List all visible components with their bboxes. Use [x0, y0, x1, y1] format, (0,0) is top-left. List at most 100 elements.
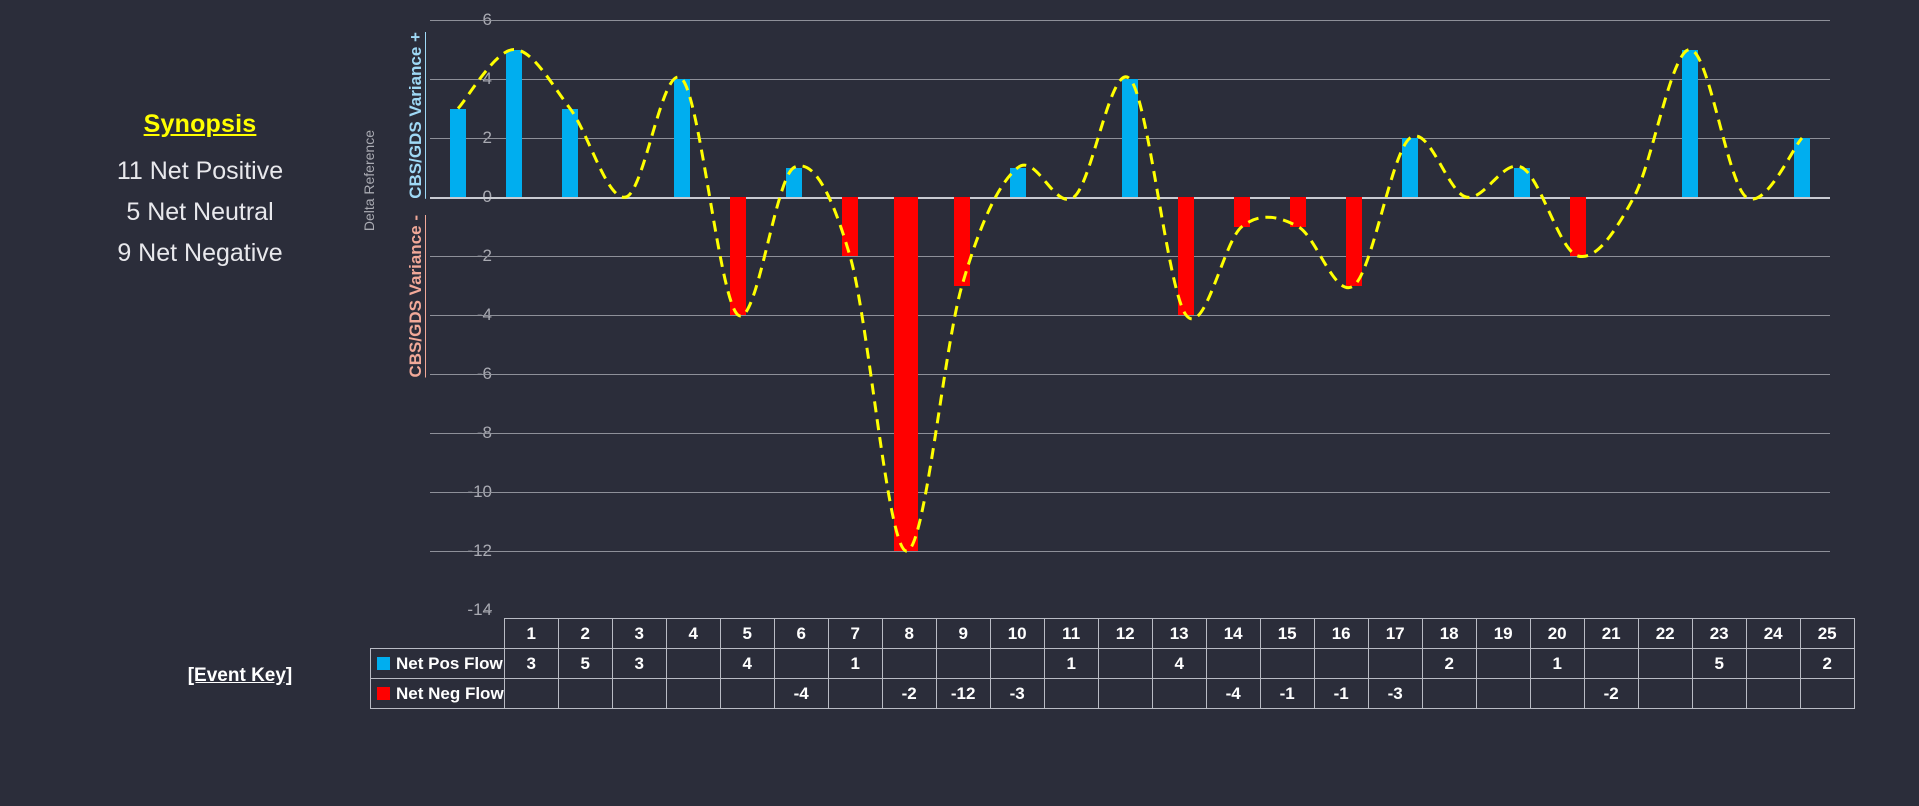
- table-category-header: 16: [1313, 618, 1369, 649]
- table-cell: [1637, 678, 1693, 709]
- table-row: Net Pos Flow 3 5 3 4 1 1 4 2 1 5 2: [370, 648, 1855, 679]
- trend-spline-overlay: [456, 47, 1804, 553]
- y-axis-tick-mark: [485, 610, 492, 611]
- table-cell: -2: [1583, 678, 1639, 709]
- legend-swatch-negative-icon: [377, 686, 390, 700]
- table-cell: -1: [1313, 678, 1369, 709]
- table-category-header: 1: [503, 618, 559, 649]
- table-category-header: 12: [1097, 618, 1153, 649]
- table-category-header: 6: [773, 618, 829, 649]
- synopsis-line-net-neutral: 5 Net Neutral: [126, 198, 274, 226]
- table-cell: [1637, 648, 1693, 679]
- data-table: 1 2 3 4 5 6 7 8 9 10 11 12 13 14 15 16 17 18 19 20 21 22 23 24 2…: [370, 618, 1855, 709]
- table-cell: [1421, 678, 1477, 709]
- axis-negative-variance-label: CBS/GDS Variance -: [406, 215, 425, 378]
- table-cell: [1097, 648, 1153, 679]
- table-header-row: 1 2 3 4 5 6 7 8 9 10 11 12 13 14 15 16 17 18 19 20 21 22 23 24 2…: [371, 618, 1855, 649]
- table-cell: [1475, 678, 1531, 709]
- table-category-header: 5: [719, 618, 775, 649]
- synopsis-line-net-negative: 9 Net Negative: [117, 239, 283, 267]
- synopsis-panel: Synopsis 11 Net Positive 5 Net Neutral 9…: [40, 110, 360, 280]
- table-cell: [773, 648, 829, 679]
- table-cell: [1097, 678, 1153, 709]
- table-cell: [1259, 648, 1315, 679]
- table-category-header: 18: [1421, 618, 1477, 649]
- table-row-label: Net Neg Flow: [396, 683, 504, 703]
- table-row-header: Net Neg Flow: [370, 678, 505, 709]
- table-cell: [1691, 678, 1747, 709]
- table-category-header: 19: [1475, 618, 1531, 649]
- table-category-header: 11: [1043, 618, 1099, 649]
- table-cell: 1: [827, 648, 883, 679]
- table-cell: [665, 678, 721, 709]
- table-cell: 2: [1421, 648, 1477, 679]
- table-category-header: 20: [1529, 618, 1585, 649]
- table-category-header: 22: [1637, 618, 1693, 649]
- table-row: Net Neg Flow -4 -2 -12 -3 -4 -1 -1 -3 -2: [370, 678, 1855, 709]
- table-cell: -4: [1205, 678, 1261, 709]
- table-category-header: 21: [1583, 618, 1639, 649]
- table-category-header: 7: [827, 618, 883, 649]
- table-cell: [1529, 678, 1585, 709]
- synopsis-line-net-positive: 11 Net Positive: [116, 157, 284, 185]
- table-row-header: Net Pos Flow: [370, 648, 505, 679]
- table-cell: 1: [1043, 648, 1099, 679]
- flow-data-table: 1 2 3 4 5 6 7 8 9 10 11 12 13 14 15 16 17 18 19 20 21 22 23 24 2…: [370, 618, 1855, 709]
- table-category-header: 15: [1259, 618, 1315, 649]
- table-cell: [1745, 678, 1801, 709]
- table-cell: 5: [1691, 648, 1747, 679]
- table-row-label: Net Pos Flow: [396, 653, 503, 673]
- table-cell: [719, 678, 775, 709]
- table-category-header: 10: [989, 618, 1045, 649]
- table-cell: [1583, 648, 1639, 679]
- table-cell: -12: [935, 678, 991, 709]
- table-cell: 3: [611, 648, 667, 679]
- table-cell: -2: [881, 678, 937, 709]
- table-cell: [1745, 648, 1801, 679]
- event-key-label: [Event Key]: [187, 665, 293, 686]
- table-category-header: 17: [1367, 618, 1423, 649]
- table-category-header: 25: [1799, 618, 1855, 649]
- table-cell: [1151, 678, 1207, 709]
- table-cell: -4: [773, 678, 829, 709]
- trend-spline: [456, 47, 1804, 553]
- table-cell: 1: [1529, 648, 1585, 679]
- table-cell: [557, 678, 613, 709]
- table-cell: [503, 678, 559, 709]
- table-corner-cell: [371, 619, 505, 649]
- synopsis-title: Synopsis: [143, 110, 257, 138]
- table-cell: 4: [719, 648, 775, 679]
- table-cell: [611, 678, 667, 709]
- table-category-header: 13: [1151, 618, 1207, 649]
- table-cell: -3: [1367, 678, 1423, 709]
- table-cell: [1205, 648, 1261, 679]
- table-category-header: 2: [557, 618, 613, 649]
- table-cell: 4: [1151, 648, 1207, 679]
- table-cell: 2: [1799, 648, 1855, 679]
- table-cell: 3: [503, 648, 559, 679]
- table-cell: [935, 648, 991, 679]
- axis-positive-variance-label: CBS/GDS Variance +: [406, 32, 425, 199]
- table-cell: [1043, 678, 1099, 709]
- table-category-header: 9: [935, 618, 991, 649]
- table-category-header: 4: [665, 618, 721, 649]
- table-cell: [881, 648, 937, 679]
- table-cell: [989, 648, 1045, 679]
- table-cell: [665, 648, 721, 679]
- table-cell: -1: [1259, 678, 1315, 709]
- axis-delta-reference-label: Delta Reference: [361, 130, 377, 232]
- legend-swatch-positive-icon: [377, 656, 390, 670]
- table-category-header: 23: [1691, 618, 1747, 649]
- table-cell: [1313, 648, 1369, 679]
- table-cell: [827, 678, 883, 709]
- table-cell: -3: [989, 678, 1045, 709]
- table-cell: [1367, 648, 1423, 679]
- plot-area: [430, 20, 1830, 610]
- table-category-header: 14: [1205, 618, 1261, 649]
- chart-page: Synopsis 11 Net Positive 5 Net Neutral 9…: [0, 0, 1919, 806]
- table-category-header: 24: [1745, 618, 1801, 649]
- table-cell: [1799, 678, 1855, 709]
- table-category-header: 3: [611, 618, 667, 649]
- table-cell: [1475, 648, 1531, 679]
- table-cell: 5: [557, 648, 613, 679]
